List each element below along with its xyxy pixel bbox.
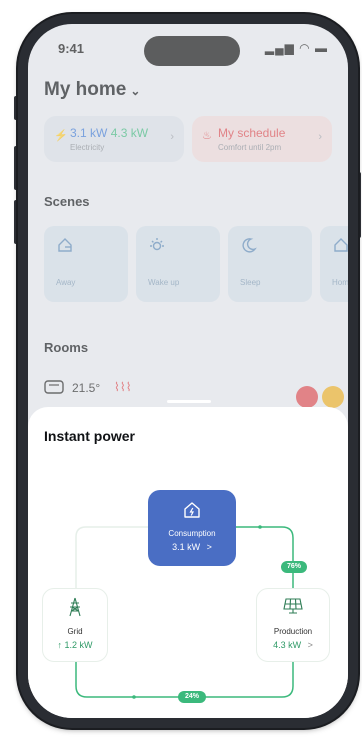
- phone-frame: 9:41 ▂▄▆ ◠ ▬ My home ⌄ ⚡ 3.1 kW 4.3 kW El…: [18, 14, 358, 728]
- consumption-node[interactable]: Consumption 3.1 kW >: [148, 490, 236, 566]
- flow-line-grid-consumption: [75, 526, 148, 588]
- chevron-right-icon: >: [206, 542, 212, 552]
- grid-node[interactable]: Grid ↑ 1.2 kW: [42, 588, 108, 662]
- flow-dot: [132, 695, 136, 699]
- power-tower-icon: [69, 597, 81, 617]
- flow-dot: [258, 525, 262, 529]
- grid-label: Grid: [67, 627, 83, 636]
- production-label: Production: [273, 627, 313, 636]
- home-power-icon: [184, 502, 200, 518]
- instant-power-sheet: Instant power 76% 24% Consumption 3.1 kW…: [28, 407, 348, 718]
- badge-production-to-grid: 24%: [178, 691, 206, 703]
- solar-panel-icon: [283, 598, 303, 614]
- consumption-value: 3.1 kW: [172, 542, 201, 552]
- production-value: 4.3 kW: [273, 640, 302, 650]
- chevron-right-icon: >: [307, 640, 313, 650]
- grid-value: ↑ 1.2 kW: [57, 640, 93, 650]
- flow-line-production-consumption: [236, 526, 294, 588]
- screen: 9:41 ▂▄▆ ◠ ▬ My home ⌄ ⚡ 3.1 kW 4.3 kW El…: [28, 24, 348, 718]
- production-node[interactable]: Production 4.3 kW >: [256, 588, 330, 662]
- sheet-grab-handle[interactable]: [167, 400, 211, 403]
- consumption-label: Consumption: [168, 529, 216, 538]
- badge-production-to-consumption: 76%: [281, 561, 307, 573]
